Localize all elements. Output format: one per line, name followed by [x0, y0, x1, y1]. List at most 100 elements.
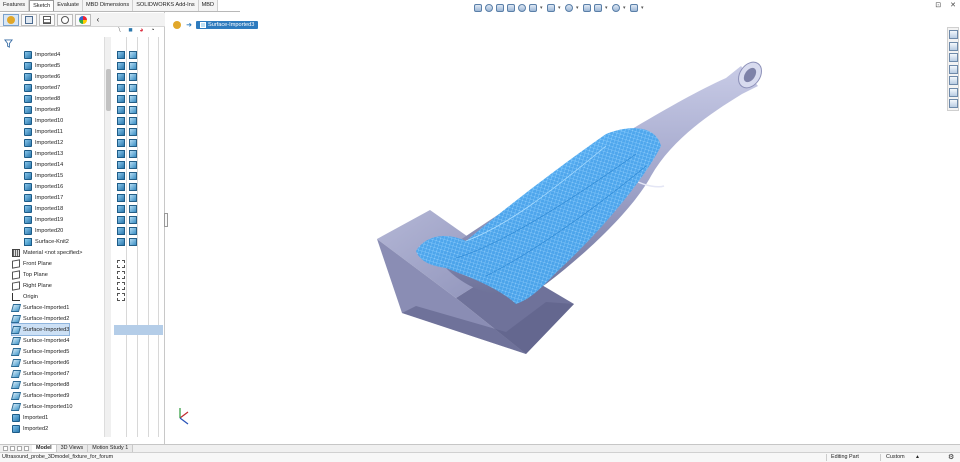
- appearance-icon[interactable]: [129, 237, 137, 246]
- appearance-icon[interactable]: [129, 226, 137, 235]
- plane-visibility-icon[interactable]: [117, 259, 125, 268]
- file-explorer-icon[interactable]: [949, 64, 958, 74]
- dropdown-caret-icon[interactable]: ▾: [605, 4, 609, 12]
- appearances-icon[interactable]: [949, 76, 958, 85]
- prev-tab-icon[interactable]: [10, 446, 15, 451]
- last-tab-icon[interactable]: [24, 446, 29, 451]
- tree-item-imported19[interactable]: Imported19: [24, 214, 63, 225]
- tree-item-surface-imported7[interactable]: Surface-Imported7: [10, 368, 69, 379]
- appearance-icon[interactable]: [129, 94, 137, 103]
- zoom-to-area-icon[interactable]: [485, 4, 493, 12]
- tree-item-surface-imported3[interactable]: Surface-Imported3: [10, 323, 71, 336]
- display-mode-icon[interactable]: [117, 149, 125, 158]
- help-icon[interactable]: ⚙: [948, 453, 954, 462]
- appearance-icon[interactable]: [129, 127, 137, 136]
- tree-item-surface-imported10[interactable]: Surface-Imported10: [10, 401, 72, 412]
- transparency-column-icon[interactable]: ◔: [148, 26, 157, 35]
- appearance-icon[interactable]: [129, 193, 137, 202]
- scrollbar-thumb[interactable]: [106, 69, 111, 111]
- display-mode-icon[interactable]: [117, 50, 125, 59]
- restore-icon[interactable]: ⊡: [935, 1, 941, 9]
- graphics-area[interactable]: [166, 36, 946, 444]
- display-mode-icon[interactable]: [117, 127, 125, 136]
- dropdown-caret-icon[interactable]: ▾: [576, 4, 580, 12]
- tree-item-surface-knit2[interactable]: Surface-Knit2: [24, 236, 69, 247]
- view-orientation-icon[interactable]: [529, 4, 537, 12]
- tree-item-origin[interactable]: Origin: [12, 291, 38, 302]
- display-mode-icon[interactable]: [117, 226, 125, 235]
- tab-dimxpert-manager[interactable]: [57, 13, 73, 26]
- tab-display-manager[interactable]: [75, 13, 91, 26]
- hide-show-items-icon[interactable]: [565, 4, 573, 12]
- appearance-icon[interactable]: [129, 149, 137, 158]
- view-settings-icon[interactable]: [612, 4, 620, 12]
- tree-scrollbar[interactable]: [104, 37, 111, 437]
- tree-item-imported10[interactable]: Imported10: [24, 115, 63, 126]
- tree-item-imported7[interactable]: Imported7: [24, 82, 60, 93]
- tree-item-imported17[interactable]: Imported17: [24, 192, 63, 203]
- first-tab-icon[interactable]: [3, 446, 8, 451]
- display-mode-icon[interactable]: [117, 182, 125, 191]
- appearance-icon[interactable]: [129, 215, 137, 224]
- tree-item-surface-imported8[interactable]: Surface-Imported8: [10, 379, 69, 390]
- plane-visibility-icon[interactable]: [117, 281, 125, 290]
- origin-visibility-icon[interactable]: [117, 292, 125, 301]
- appearance-column-icon[interactable]: ◕: [137, 26, 146, 35]
- breadcrumb-feature[interactable]: Surface-Imported3: [196, 20, 259, 29]
- display-mode-icon[interactable]: [117, 138, 125, 147]
- tree-item-imported2[interactable]: Imported2: [12, 423, 48, 434]
- appearance-icon[interactable]: [129, 72, 137, 81]
- tree-item-surface-imported2[interactable]: Surface-Imported2: [10, 313, 69, 324]
- display-mode-icon[interactable]: [117, 160, 125, 169]
- tree-item-imported6[interactable]: Imported6: [24, 71, 60, 82]
- tab-solidworks-add-ins[interactable]: SOLIDWORKS Add-Ins: [133, 0, 199, 11]
- tab-feature-manager[interactable]: [3, 13, 19, 26]
- custom-properties-icon[interactable]: [949, 87, 958, 97]
- tree-item-imported5[interactable]: Imported5: [24, 60, 60, 71]
- tree-item-imported14[interactable]: Imported14: [24, 159, 63, 170]
- display-mode-icon[interactable]: [117, 116, 125, 125]
- tree-item-imported1[interactable]: Imported1: [12, 412, 48, 423]
- tab-motion-study-1[interactable]: Motion Study 1: [88, 445, 134, 452]
- section-view-icon[interactable]: [507, 4, 515, 12]
- appearance-icon[interactable]: [129, 138, 137, 147]
- tree-item-surface-imported5[interactable]: Surface-Imported5: [10, 346, 69, 357]
- tab-sketch[interactable]: Sketch: [29, 0, 55, 11]
- resources-icon[interactable]: [949, 41, 958, 51]
- tab-configuration-manager[interactable]: [39, 13, 55, 26]
- tree-item-surface-imported6[interactable]: Surface-Imported6: [10, 357, 69, 368]
- appearance-icon[interactable]: [129, 83, 137, 92]
- appearance-icon[interactable]: [129, 116, 137, 125]
- tree-item-imported12[interactable]: Imported12: [24, 137, 63, 148]
- dropdown-caret-icon[interactable]: ▾: [558, 4, 562, 12]
- tree-item-surface-imported1[interactable]: Surface-Imported1: [10, 302, 69, 313]
- appearance-icon[interactable]: [129, 182, 137, 191]
- next-tab-icon[interactable]: [17, 446, 22, 451]
- zoom-to-fit-icon[interactable]: [474, 4, 482, 12]
- tree-item-material-not-specified[interactable]: Material <not specified>: [12, 247, 82, 258]
- display-mode-column-icon[interactable]: ■: [126, 26, 135, 35]
- display-style-icon[interactable]: [547, 4, 555, 12]
- display-mode-icon[interactable]: [117, 105, 125, 114]
- tree-item-surface-imported4[interactable]: Surface-Imported4: [10, 335, 69, 346]
- funnel-icon[interactable]: [4, 39, 13, 48]
- display-mode-icon[interactable]: [117, 215, 125, 224]
- dynamic-annotation-icon[interactable]: [518, 4, 526, 12]
- tree-item-imported13[interactable]: Imported13: [24, 148, 63, 159]
- apply-scene-icon[interactable]: [594, 4, 602, 12]
- display-mode-icon[interactable]: [117, 204, 125, 213]
- tree-item-top-plane[interactable]: Top Plane: [12, 269, 48, 280]
- tree-item-imported4[interactable]: Imported4: [24, 49, 60, 60]
- tree-item-imported20[interactable]: Imported20: [24, 225, 63, 236]
- display-mode-icon[interactable]: [117, 171, 125, 180]
- dropdown-caret-icon[interactable]: ▾: [540, 4, 544, 12]
- tree-item-imported11[interactable]: Imported11: [24, 126, 63, 137]
- dropdown-caret-icon[interactable]: ▾: [641, 4, 645, 12]
- tree-item-imported9[interactable]: Imported9: [24, 104, 60, 115]
- part-icon[interactable]: [172, 20, 182, 30]
- units-selector[interactable]: Custom: [886, 453, 905, 462]
- tree-item-imported15[interactable]: Imported15: [24, 170, 63, 181]
- edit-appearance-icon[interactable]: [583, 4, 591, 12]
- tree-item-imported16[interactable]: Imported16: [24, 181, 63, 192]
- appearance-icon[interactable]: [129, 105, 137, 114]
